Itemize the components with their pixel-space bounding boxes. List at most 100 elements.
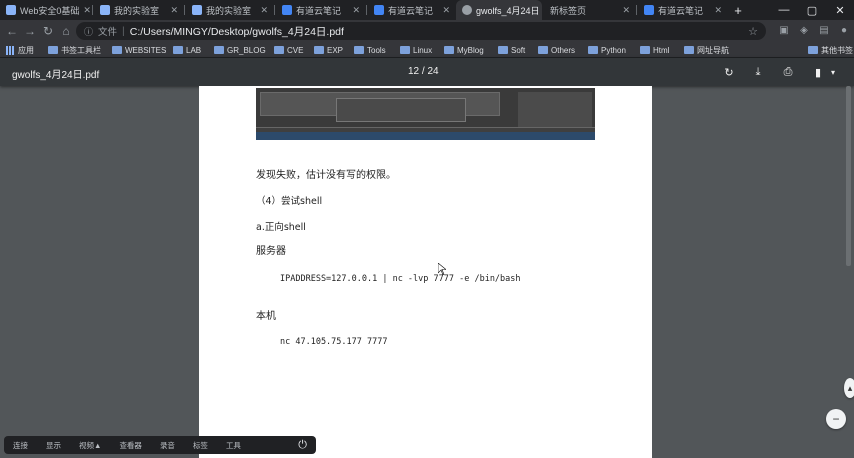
bookmark-star-icon[interactable]: ☆: [748, 25, 758, 38]
bookmark-folder[interactable]: Linux: [400, 44, 432, 56]
reload-button[interactable]: ↻: [40, 23, 56, 39]
close-tab-icon[interactable]: ✕: [442, 5, 450, 16]
screenshot-panel: [518, 92, 592, 128]
bookmark-label: Html: [653, 45, 670, 55]
tab-web-security[interactable]: Web安全0基础 ✕: [0, 0, 92, 20]
page-indicator[interactable]: 12 / 24: [408, 66, 439, 77]
doc-text: 服务器: [256, 246, 286, 257]
bookmark-apps[interactable]: 应用: [6, 44, 34, 56]
bookmark-folder[interactable]: Others: [538, 44, 575, 56]
bookmark-folder[interactable]: Tools: [354, 44, 386, 56]
globe-icon: [462, 5, 472, 15]
mouse-cursor-icon: [438, 263, 446, 275]
address-bar[interactable]: ⓘ 文件 | C:/Users/MINGY/Desktop/gwolfs_4月2…: [76, 22, 766, 40]
folder-icon: [684, 46, 694, 54]
folder-icon: [640, 46, 650, 54]
screenshot-dialog: [336, 98, 466, 122]
bookmark-folder[interactable]: 网址导航: [684, 44, 729, 56]
rotate-icon[interactable]: ↻: [722, 65, 736, 79]
bookmark-folder[interactable]: Html: [640, 44, 669, 56]
bookmark-icon[interactable]: ▮: [811, 65, 825, 79]
extension-icon[interactable]: ▣: [778, 23, 790, 37]
power-icon[interactable]: ⏻: [289, 439, 316, 452]
bookmark-label: LAB: [186, 45, 202, 55]
bookmark-folder[interactable]: CVE: [274, 44, 303, 56]
new-tab-button[interactable]: +: [730, 0, 746, 20]
close-window-button[interactable]: ✕: [826, 0, 854, 20]
tab-my-lab-2[interactable]: 我的实验室 ✕: [186, 0, 274, 20]
recorder-audio[interactable]: 录音: [151, 440, 184, 451]
folder-icon: [588, 46, 598, 54]
bookmark-label: Python: [601, 45, 626, 55]
doc-text: 本机: [256, 311, 276, 322]
tab-title: 我的实验室: [206, 5, 252, 16]
tab-title: 新标签页: [550, 5, 587, 16]
recorder-tools[interactable]: 工具: [217, 440, 250, 451]
recorder-video[interactable]: 视频▲: [70, 440, 110, 451]
zoom-out-button[interactable]: −: [826, 409, 846, 429]
maximize-button[interactable]: ▢: [798, 0, 826, 20]
bookmark-folder[interactable]: Python: [588, 44, 626, 56]
bookmark-folder[interactable]: MyBlog: [444, 44, 484, 56]
recorder-viewer[interactable]: 查看器: [110, 440, 151, 451]
tab-youdao-note-3[interactable]: 有道云笔记 ✕: [638, 0, 728, 20]
bookmark-folder[interactable]: LAB: [173, 44, 201, 56]
folder-icon: [400, 46, 410, 54]
forward-button[interactable]: →: [22, 23, 38, 39]
tab-youdao-note-1[interactable]: 有道云笔记 ✕: [276, 0, 366, 20]
tab-divider: [366, 5, 367, 15]
tab-divider: [274, 5, 275, 15]
back-button[interactable]: ←: [4, 23, 20, 39]
bookmark-label: EXP: [327, 45, 344, 55]
scrollbar-thumb[interactable]: [846, 86, 851, 266]
folder-icon: [808, 46, 818, 54]
bookmark-folder[interactable]: WEBSITES: [112, 44, 166, 56]
tab-title: 有道云笔记: [296, 5, 342, 16]
tab-strip: Web安全0基础 ✕ 我的实验室 ✕ 我的实验室 ✕ 有道云笔记 ✕ 有道云笔记…: [0, 0, 854, 20]
browser-toolbar: ← → ↻ ⌂ ⓘ 文件 | C:/Users/MINGY/Desktop/gw…: [0, 20, 854, 42]
close-tab-icon[interactable]: ✕: [714, 5, 722, 16]
download-icon[interactable]: ⤓: [751, 65, 765, 79]
bookmark-label: 其他书签: [821, 45, 853, 55]
folder-icon: [112, 46, 122, 54]
bookmarks-bar: 应用 书签工具栏 WEBSITES LAB GR_BLOG CVE EXP To…: [0, 42, 854, 58]
bookmark-folder[interactable]: 其他书签: [808, 44, 853, 56]
tab-my-lab-1[interactable]: 我的实验室 ✕: [94, 0, 184, 20]
tab-gwolfs-pdf[interactable]: gwolfs_4月24日 ✕: [456, 0, 542, 20]
doc-code: nc 47.105.75.177 7777: [280, 337, 388, 347]
note-icon: [644, 5, 654, 15]
info-icon[interactable]: ⓘ: [84, 25, 93, 38]
bookmark-folder[interactable]: Soft: [498, 44, 525, 56]
recorder-tags[interactable]: 标签: [184, 440, 217, 451]
bookmark-folder[interactable]: 书签工具栏: [48, 44, 101, 56]
close-tab-icon[interactable]: ✕: [83, 5, 91, 16]
bookmark-label: Soft: [511, 45, 526, 55]
extension-icon[interactable]: ▤: [818, 23, 830, 37]
close-tab-icon[interactable]: ✕: [170, 5, 178, 16]
bookmark-folder[interactable]: GR_BLOG: [214, 44, 266, 56]
address-url: C:/Users/MINGY/Desktop/gwolfs_4月24日.pdf: [129, 25, 344, 38]
bookmark-label: WEBSITES: [125, 45, 167, 55]
close-tab-icon[interactable]: ✕: [260, 5, 268, 16]
folder-icon: [314, 46, 324, 54]
note-icon: [282, 5, 292, 15]
close-tab-icon[interactable]: ✕: [622, 5, 630, 16]
close-tab-icon[interactable]: ✕: [352, 5, 360, 16]
tab-youdao-note-2[interactable]: 有道云笔记 ✕: [368, 0, 456, 20]
chevron-up-icon: ▴: [847, 382, 853, 393]
extension-icon[interactable]: ◈: [798, 23, 810, 37]
minimize-button[interactable]: —: [770, 0, 798, 20]
bookmark-label: 书签工具栏: [61, 45, 101, 55]
profile-icon[interactable]: ●: [838, 23, 850, 37]
bookmark-folder[interactable]: EXP: [314, 44, 343, 56]
tab-title: Web安全0基础: [20, 5, 80, 16]
scroll-up-button[interactable]: ▴: [844, 378, 854, 398]
home-button[interactable]: ⌂: [58, 23, 74, 39]
chevron-down-icon[interactable]: ▾: [826, 65, 840, 79]
minus-icon: −: [832, 412, 840, 426]
recorder-connect[interactable]: 连接: [4, 440, 37, 451]
recorder-display[interactable]: 显示: [37, 440, 70, 451]
print-icon[interactable]: ⎙: [781, 65, 795, 79]
tab-new-tab[interactable]: 新标签页 ✕: [544, 0, 636, 20]
pdf-title: gwolfs_4月24日.pdf: [12, 70, 100, 81]
